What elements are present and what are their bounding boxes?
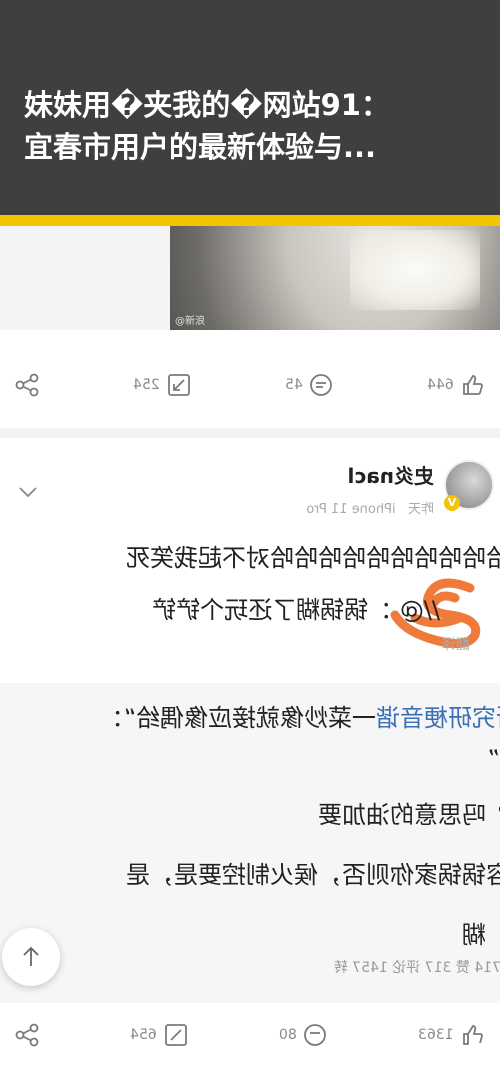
- translate-link[interactable]: 翻译: [442, 634, 470, 654]
- share-icon: [15, 1023, 39, 1047]
- quoted-author-link[interactable]: 所究研梗音谐: [376, 704, 500, 732]
- thumbs-up-icon: [463, 375, 483, 395]
- photo-highlight: [350, 230, 480, 310]
- quoted-line2: ”: [487, 745, 500, 773]
- repost-button-2[interactable]: 654: [116, 1022, 203, 1048]
- repost-count-2: 654: [129, 1027, 157, 1043]
- username[interactable]: 史炎nacl: [348, 460, 434, 489]
- quoted-text: 一菜炒像就接应像偶给“：: [99, 704, 376, 732]
- repost-button[interactable]: 254: [119, 372, 206, 398]
- quoted-line3: ？吗思意的油加要: [318, 801, 500, 829]
- comment-count: 45: [284, 377, 303, 393]
- action-bar-bottom: 654 80 1363: [0, 1000, 500, 1070]
- back-to-top-button[interactable]: [2, 928, 60, 986]
- quoted-line4: 容锅锅家你则否，候火制控要是，是: [126, 861, 500, 889]
- comment-button[interactable]: 45: [271, 372, 349, 398]
- repost-count: 254: [132, 377, 160, 393]
- post-device: iPhone 11 Pro: [306, 502, 396, 517]
- comment-button-2[interactable]: 80: [265, 1022, 343, 1048]
- comment-count-2: 80: [278, 1027, 297, 1043]
- repost-icon: [164, 1024, 187, 1046]
- hero-title[interactable]: 妹妹用�夹我的�网站91： 宜春市用户的最新体验与...: [24, 84, 484, 168]
- share-button-2[interactable]: [0, 1022, 54, 1048]
- accent-bar: [0, 215, 500, 226]
- post-text-line1: 哈哈哈哈哈哈哈哈哈哈对不起我笑死: [126, 544, 500, 572]
- comment-icon: [310, 374, 333, 396]
- post-text-line2: //@ ：锅锅糊了还玩个铲铲: [152, 590, 440, 625]
- like-count: 644: [427, 377, 454, 393]
- repost-icon: [167, 374, 190, 396]
- share-icon: [15, 373, 39, 397]
- section-divider: [0, 428, 500, 438]
- weibo-post[interactable]: V 史炎nacl 昨天 iPhone 11 Pro 哈哈哈哈哈哈哈哈哈哈对不起我…: [0, 440, 500, 1003]
- quoted-line1: 所究研梗音谐一菜炒像就接应像偶给“：: [100, 698, 500, 733]
- like-count-2: 1363: [418, 1027, 454, 1043]
- action-bar-top: 254 45 644: [0, 350, 500, 420]
- like-button-2[interactable]: 1363: [404, 1022, 500, 1048]
- quoted-line5: 。糊: [462, 921, 500, 949]
- image-watermark: @新浪: [175, 316, 205, 327]
- hero-title-line1: 妹妹用�夹我的�网站91：: [24, 88, 390, 122]
- mention-link[interactable]: //@: [400, 596, 440, 624]
- arrow-up-icon: [23, 946, 39, 966]
- comment-icon: [304, 1024, 327, 1046]
- share-button[interactable]: [0, 372, 54, 398]
- thumbs-up-icon: [463, 1025, 483, 1045]
- post-meta: 昨天 iPhone 11 Pro: [306, 498, 434, 517]
- post-text-body: ：锅锅糊了还玩个铲铲: [152, 596, 393, 624]
- chevron-down-icon[interactable]: [16, 480, 40, 504]
- hero-title-line2: 宜春市用户的最新体验与...: [24, 130, 377, 164]
- post-time: 昨天: [407, 502, 434, 517]
- hero-image-card[interactable]: 妹妹用�夹我的�网站91： 宜春市用户的最新体验与... @新浪: [0, 0, 500, 330]
- verified-badge: V: [444, 495, 460, 511]
- like-button[interactable]: 644: [413, 372, 500, 398]
- quoted-stats: 8714 赞 317 评论 1457 转: [333, 960, 500, 976]
